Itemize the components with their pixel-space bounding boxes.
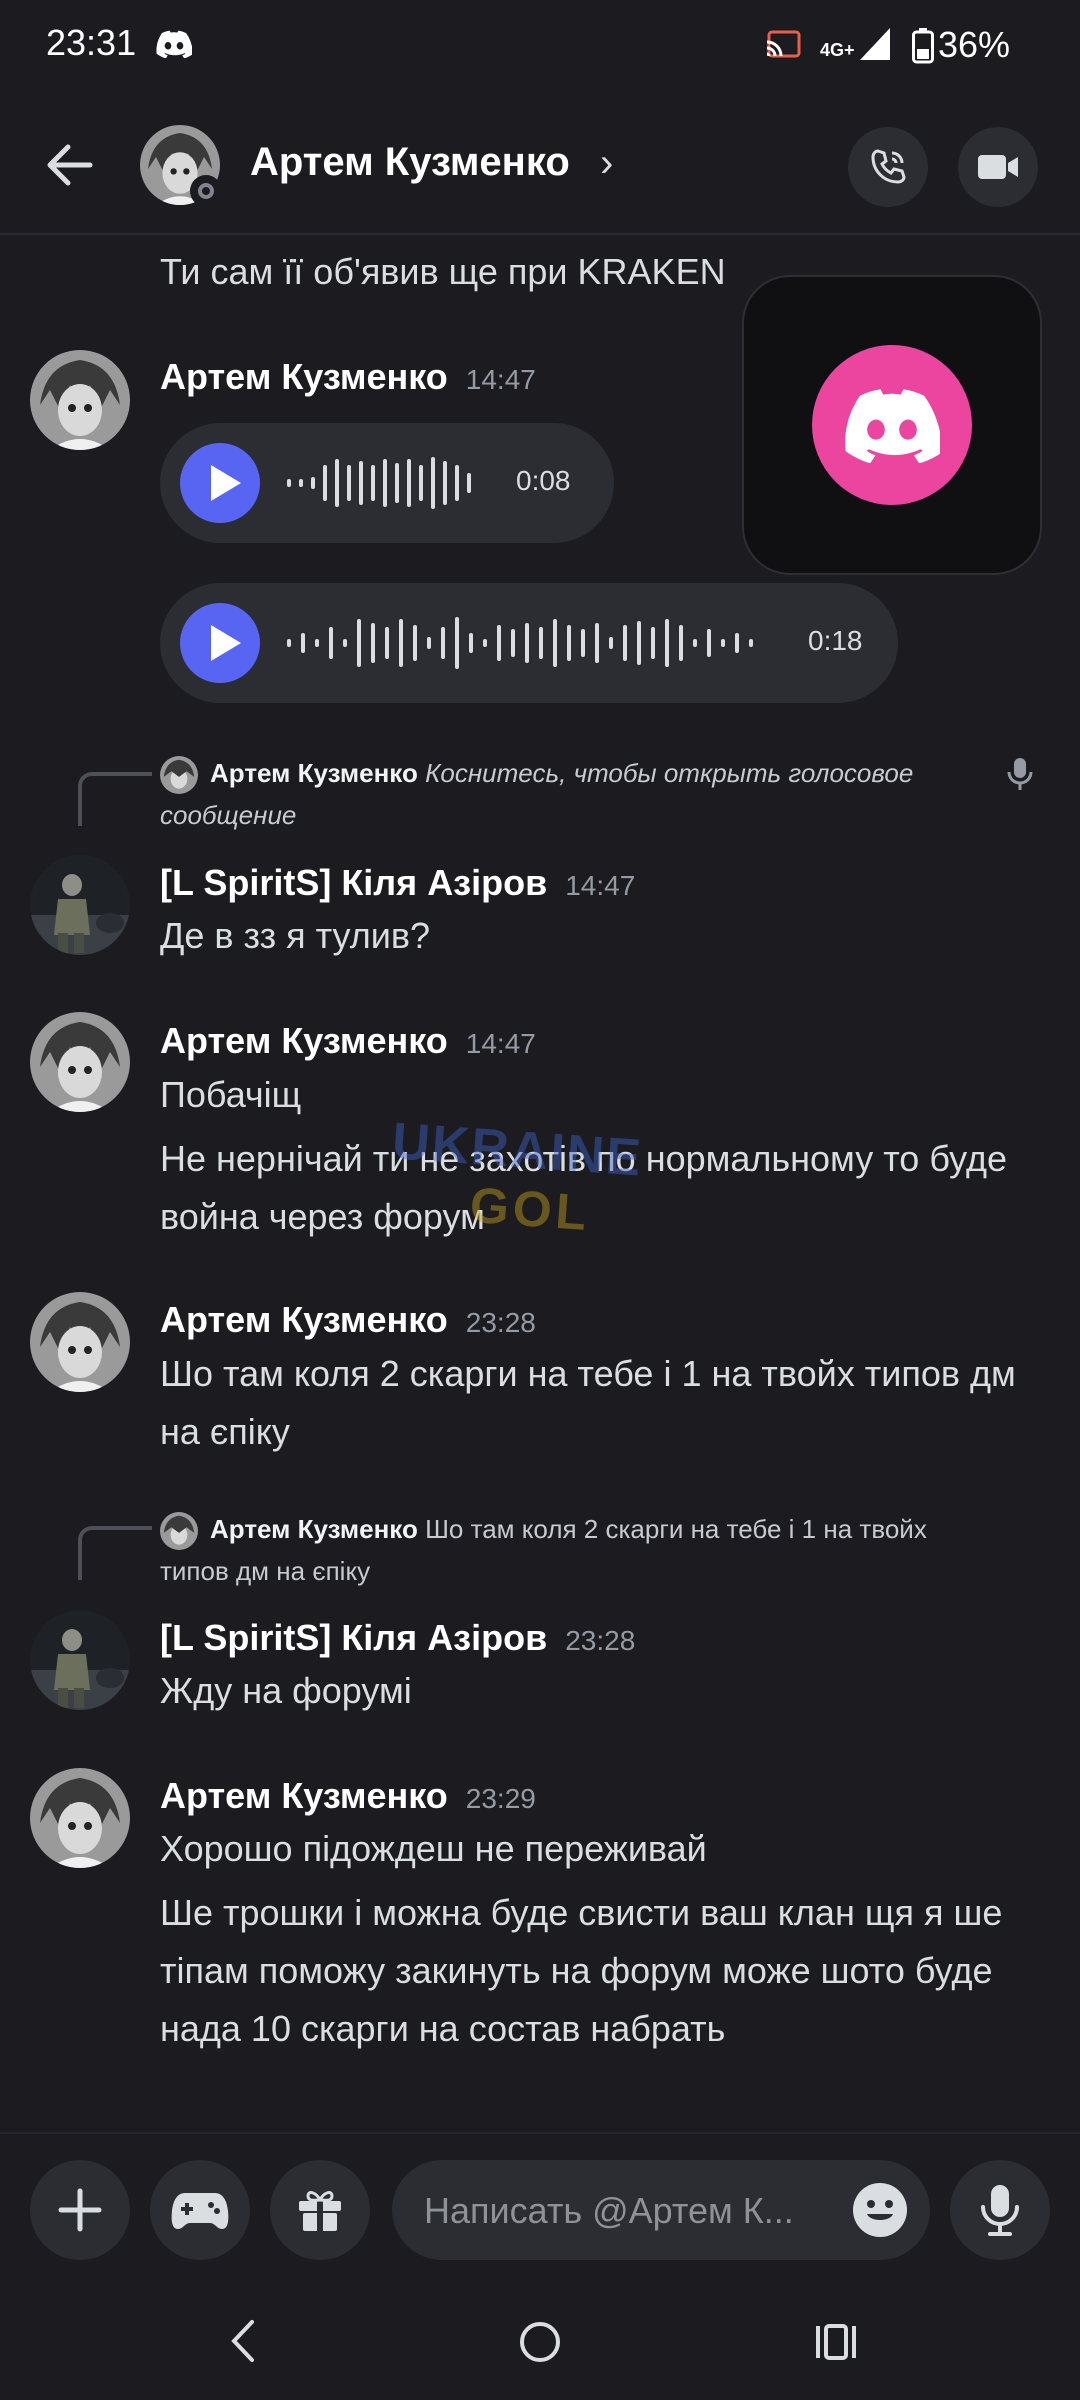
discord-notification-icon	[156, 30, 192, 58]
voice-duration: 0:18	[808, 625, 863, 656]
message-author[interactable]: Артем Кузменко	[160, 1299, 448, 1340]
message-text: Шо там коля 2 скарги на тебе і 1 на твой…	[160, 1353, 1016, 1452]
reply-preview[interactable]: Артем Кузменко Шо там коля 2 скарги на т…	[160, 1508, 1000, 1592]
nav-back-icon[interactable]	[228, 2318, 258, 2364]
voice-message: 0:18	[160, 583, 898, 703]
floating-discord-bubble[interactable]	[742, 275, 1042, 575]
avatar	[160, 756, 198, 795]
message-timestamp: 14:47	[465, 364, 536, 395]
message-text: Побачіщ	[160, 1074, 302, 1115]
add-attachment-button[interactable]	[30, 2160, 130, 2260]
battery-icon	[912, 28, 934, 64]
avatar[interactable]	[30, 1610, 130, 1710]
message-text: Жду на форумі	[160, 1670, 412, 1711]
nav-recents-icon[interactable]	[814, 2322, 858, 2362]
microphone-icon	[1007, 758, 1033, 790]
video-call-button[interactable]	[958, 127, 1038, 207]
message-author[interactable]: [L SpiritS] Кіля Азіров	[160, 1617, 547, 1658]
reply-author: Артем Кузменко	[210, 1514, 418, 1544]
video-camera-icon	[978, 155, 1018, 179]
message-timestamp: 23:28	[565, 1625, 636, 1656]
message-header: [L SpiritS] Кіля Азіров 14:47	[160, 862, 635, 904]
avatar[interactable]	[30, 1292, 130, 1392]
voice-message: 0:08	[160, 423, 614, 543]
chat-header: Артем Кузменко ›	[0, 95, 1080, 235]
phone-icon	[871, 149, 906, 184]
message-header: Артем Кузменко 14:47	[160, 1020, 536, 1062]
message-timestamp: 23:28	[465, 1307, 536, 1338]
avatar[interactable]	[30, 855, 130, 955]
input-placeholder: Написать @Артем К...	[424, 2190, 794, 2231]
message-input[interactable]: Написать @Артем К...	[392, 2160, 930, 2260]
message-header: [L SpiritS] Кіля Азіров 23:28	[160, 1617, 635, 1659]
emoji-icon[interactable]	[852, 2182, 908, 2238]
discord-logo-icon	[812, 345, 972, 505]
cast-icon	[766, 30, 801, 58]
message-header: Артем Кузменко 23:28	[160, 1299, 536, 1341]
message-header: Артем Кузменко 23:29	[160, 1775, 536, 1817]
status-time: 23:31	[46, 22, 137, 63]
voice-message-button[interactable]	[950, 2160, 1050, 2260]
plus-icon	[58, 2188, 102, 2232]
message-header: Артем Кузменко 14:47	[160, 356, 536, 398]
message-text: Ше трошки і можна буде свисти ваш клан щ…	[160, 1892, 1003, 2049]
reply-connector	[78, 772, 152, 826]
microphone-icon	[981, 2185, 1019, 2236]
status-bar: 23:31 4G+ 36%	[0, 0, 1080, 95]
nav-home-icon[interactable]	[518, 2320, 562, 2364]
chevron-right-icon[interactable]: ›	[600, 141, 613, 186]
message-timestamp: 14:47	[565, 870, 636, 901]
gamepad-icon	[171, 2193, 229, 2229]
system-nav-bar	[0, 2280, 1080, 2400]
avatar[interactable]	[30, 1768, 130, 1868]
reply-author: Артем Кузменко	[210, 758, 418, 788]
message-author[interactable]: Артем Кузменко	[160, 1775, 448, 1816]
play-icon[interactable]	[180, 443, 260, 523]
avatar[interactable]	[30, 1012, 130, 1112]
waveform	[287, 457, 471, 509]
voice-call-button[interactable]	[848, 127, 928, 207]
message-timestamp: 23:29	[465, 1783, 536, 1814]
message-author[interactable]: Артем Кузменко	[160, 356, 448, 397]
watermark: GOL	[468, 1176, 593, 1242]
arrow-left-icon[interactable]	[40, 135, 100, 195]
avatar[interactable]	[30, 350, 130, 450]
avatar	[160, 1512, 198, 1551]
play-icon[interactable]	[180, 603, 260, 683]
reply-connector	[78, 1526, 152, 1580]
message-author[interactable]: Артем Кузменко	[160, 1020, 448, 1061]
battery-percent: 36%	[938, 24, 1011, 65]
message-timestamp: 14:47	[465, 1028, 536, 1059]
message-text: Ти сам її об'явив ще при KRAKEN	[160, 251, 726, 292]
message-text: Де в зз я тулив?	[160, 915, 430, 956]
network-type: 4G+	[820, 40, 855, 60]
gift-icon	[299, 2191, 341, 2231]
status-indicator	[190, 175, 222, 207]
reply-preview[interactable]: Артем Кузменко Коснитесь, чтобы открыть …	[160, 752, 980, 836]
waveform	[287, 617, 753, 669]
gift-button[interactable]	[270, 2160, 370, 2260]
activities-button[interactable]	[150, 2160, 250, 2260]
message-composer: Написать @Артем К...	[0, 2132, 1080, 2282]
signal-icon	[860, 28, 890, 60]
message-author[interactable]: [L SpiritS] Кіля Азіров	[160, 862, 547, 903]
message-text: Хорошо підождеш не переживай	[160, 1828, 707, 1869]
voice-duration: 0:08	[516, 465, 571, 496]
channel-title[interactable]: Артем Кузменко	[250, 140, 570, 185]
